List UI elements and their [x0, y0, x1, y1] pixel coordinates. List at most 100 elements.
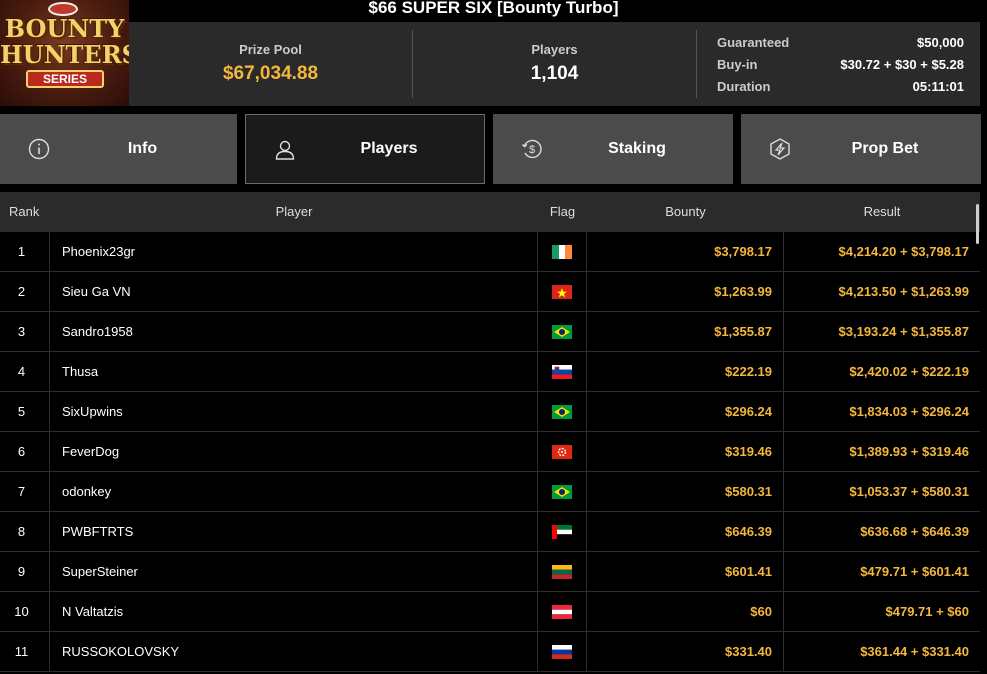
- cell-player[interactable]: odonkey: [50, 472, 538, 511]
- cell-flag: [538, 352, 587, 391]
- bounty-hunters-logo: BOUNTY HUNTERS SERIES: [0, 0, 129, 106]
- tab-staking[interactable]: $ Staking: [493, 114, 733, 184]
- cell-rank: 3: [0, 312, 50, 351]
- table-row[interactable]: 10 N Valtatzis $60 $479.71 + $60: [0, 592, 980, 632]
- cell-player[interactable]: FeverDog: [50, 432, 538, 471]
- cell-player[interactable]: N Valtatzis: [50, 592, 538, 631]
- duration-label: Duration: [717, 79, 771, 94]
- table-row[interactable]: 8 PWBFTRTS $646.39 $636.68 + $646.39: [0, 512, 980, 552]
- cell-rank: 9: [0, 552, 50, 591]
- tab-players[interactable]: Players: [245, 114, 485, 184]
- cell-player[interactable]: PWBFTRTS: [50, 512, 538, 551]
- cell-result: $1,389.93 + $319.46: [849, 444, 969, 459]
- lithuania-flag-icon: [552, 564, 572, 579]
- table-row[interactable]: 3 Sandro1958 $1,355.87 $3,193.24 + $1,355.8…: [0, 312, 980, 352]
- austria-flag-icon: [552, 604, 572, 619]
- cell-player[interactable]: Sandro1958: [50, 312, 538, 351]
- cell-result: $479.71 + $60: [885, 604, 970, 619]
- tournament-tabs: Info Players $ Staking Prop Bet: [0, 114, 987, 184]
- table-row[interactable]: 2 Sieu Ga VN $1,263.99 $4,213.50 + $1,263.9…: [0, 272, 980, 312]
- cell-flag: [538, 432, 587, 471]
- players-label: Players: [531, 42, 578, 57]
- cell-result: $1,834.03 + $296.24: [849, 404, 969, 419]
- players-stat: Players 1,104: [413, 22, 696, 106]
- duration-value: 05:11:01: [912, 79, 964, 94]
- header-bounty[interactable]: Bounty: [587, 192, 784, 232]
- cell-result: $4,213.50 + $1,263.99: [838, 284, 969, 299]
- cell-rank: 11: [0, 632, 50, 671]
- table-scrollbar[interactable]: [976, 204, 979, 244]
- tournament-title: $66 SUPER SIX [Bounty Turbo]: [368, 0, 619, 17]
- brazil-flag-icon: [552, 484, 572, 499]
- tab-prop-bet[interactable]: Prop Bet: [741, 114, 981, 184]
- guaranteed-row: Guaranteed $50,000: [717, 33, 964, 55]
- cell-result: $636.68 + $646.39: [860, 524, 969, 539]
- table-row[interactable]: 11 RUSSOKOLOVSKY $331.40 $361.44 + $331.40: [0, 632, 980, 672]
- cell-bounty: $580.31: [587, 472, 784, 511]
- table-row[interactable]: 1 Phoenix23gr $3,798.17 $4,214.20 + $3,798.…: [0, 232, 980, 272]
- tournament-title-bar: $66 SUPER SIX [Bounty Turbo]: [0, 0, 987, 20]
- cell-player[interactable]: Thusa: [50, 352, 538, 391]
- cell-rank: 8: [0, 512, 50, 551]
- table-body: 1 Phoenix23gr $3,798.17 $4,214.20 + $3,798.…: [0, 232, 980, 672]
- hexagon-bolt-icon: [770, 138, 790, 160]
- logo-line-2: HUNTERS: [0, 40, 129, 69]
- cell-bounty: $60: [587, 592, 784, 631]
- brazil-flag-icon: [552, 324, 572, 339]
- duration-row: Duration 05:11:01: [717, 77, 964, 99]
- cell-flag: [538, 272, 587, 311]
- cell-result: $3,193.24 + $1,355.87: [838, 324, 969, 339]
- cell-result: $361.44 + $331.40: [860, 644, 969, 659]
- dollar-circle-icon: $: [522, 139, 542, 159]
- cell-result: $1,053.37 + $580.31: [849, 484, 969, 499]
- tournament-details: Guaranteed $50,000 Buy-in $30.72 + $30 +…: [717, 33, 964, 99]
- cell-rank: 1: [0, 232, 50, 271]
- buy-in-value: $30.72 + $30 + $5.28: [840, 57, 964, 72]
- cell-flag: [538, 312, 587, 351]
- table-row[interactable]: 4 Thusa $222.19 $2,420.02 + $222.19: [0, 352, 980, 392]
- cell-flag: [538, 472, 587, 511]
- cell-rank: 2: [0, 272, 50, 311]
- uae-flag-icon: [552, 524, 572, 539]
- header-rank[interactable]: Rank: [0, 192, 50, 232]
- cell-player[interactable]: RUSSOKOLOVSKY: [50, 632, 538, 671]
- cell-flag: [538, 632, 587, 671]
- buy-in-row: Buy-in $30.72 + $30 + $5.28: [717, 55, 964, 77]
- tab-info[interactable]: Info: [0, 114, 237, 184]
- cell-rank: 6: [0, 432, 50, 471]
- header-result[interactable]: Result: [784, 192, 980, 232]
- cell-bounty: $331.40: [587, 632, 784, 671]
- guaranteed-label: Guaranteed: [717, 35, 790, 50]
- cell-result: $479.71 + $601.41: [860, 564, 969, 579]
- table-row[interactable]: 7 odonkey $580.31 $1,053.37 + $580.31: [0, 472, 980, 512]
- cell-flag: [538, 232, 587, 271]
- cell-player[interactable]: SuperSteiner: [50, 552, 538, 591]
- cell-rank: 7: [0, 472, 50, 511]
- table-row[interactable]: 5 SixUpwins $296.24 $1,834.03 + $296.24: [0, 392, 980, 432]
- cell-flag: [538, 552, 587, 591]
- guaranteed-value: $50,000: [917, 35, 964, 50]
- table-row[interactable]: 6 FeverDog $319.46 $1,389.93 + $319.46: [0, 432, 980, 472]
- cell-bounty: $1,263.99: [587, 272, 784, 311]
- prize-pool-label: Prize Pool: [239, 42, 302, 57]
- cell-rank: 10: [0, 592, 50, 631]
- slovenia-flag-icon: [552, 364, 572, 379]
- header-flag[interactable]: Flag: [538, 192, 587, 232]
- cell-flag: [538, 392, 587, 431]
- cell-bounty: $222.19: [587, 352, 784, 391]
- cell-player[interactable]: SixUpwins: [50, 392, 538, 431]
- cell-bounty: $1,355.87: [587, 312, 784, 351]
- prize-pool-stat: Prize Pool $67,034.88: [129, 22, 412, 106]
- cell-rank: 5: [0, 392, 50, 431]
- logo-series-banner: SERIES: [26, 70, 104, 88]
- cell-result: $2,420.02 + $222.19: [849, 364, 969, 379]
- user-icon: [275, 140, 295, 160]
- cell-rank: 4: [0, 352, 50, 391]
- cell-bounty: $3,798.17: [587, 232, 784, 271]
- table-row[interactable]: 9 SuperSteiner $601.41 $479.71 + $601.41: [0, 552, 980, 592]
- cell-player[interactable]: Sieu Ga VN: [50, 272, 538, 311]
- cell-result: $4,214.20 + $3,798.17: [838, 244, 969, 259]
- header-player[interactable]: Player: [50, 192, 538, 232]
- cell-player[interactable]: Phoenix23gr: [50, 232, 538, 271]
- buy-in-label: Buy-in: [717, 57, 758, 72]
